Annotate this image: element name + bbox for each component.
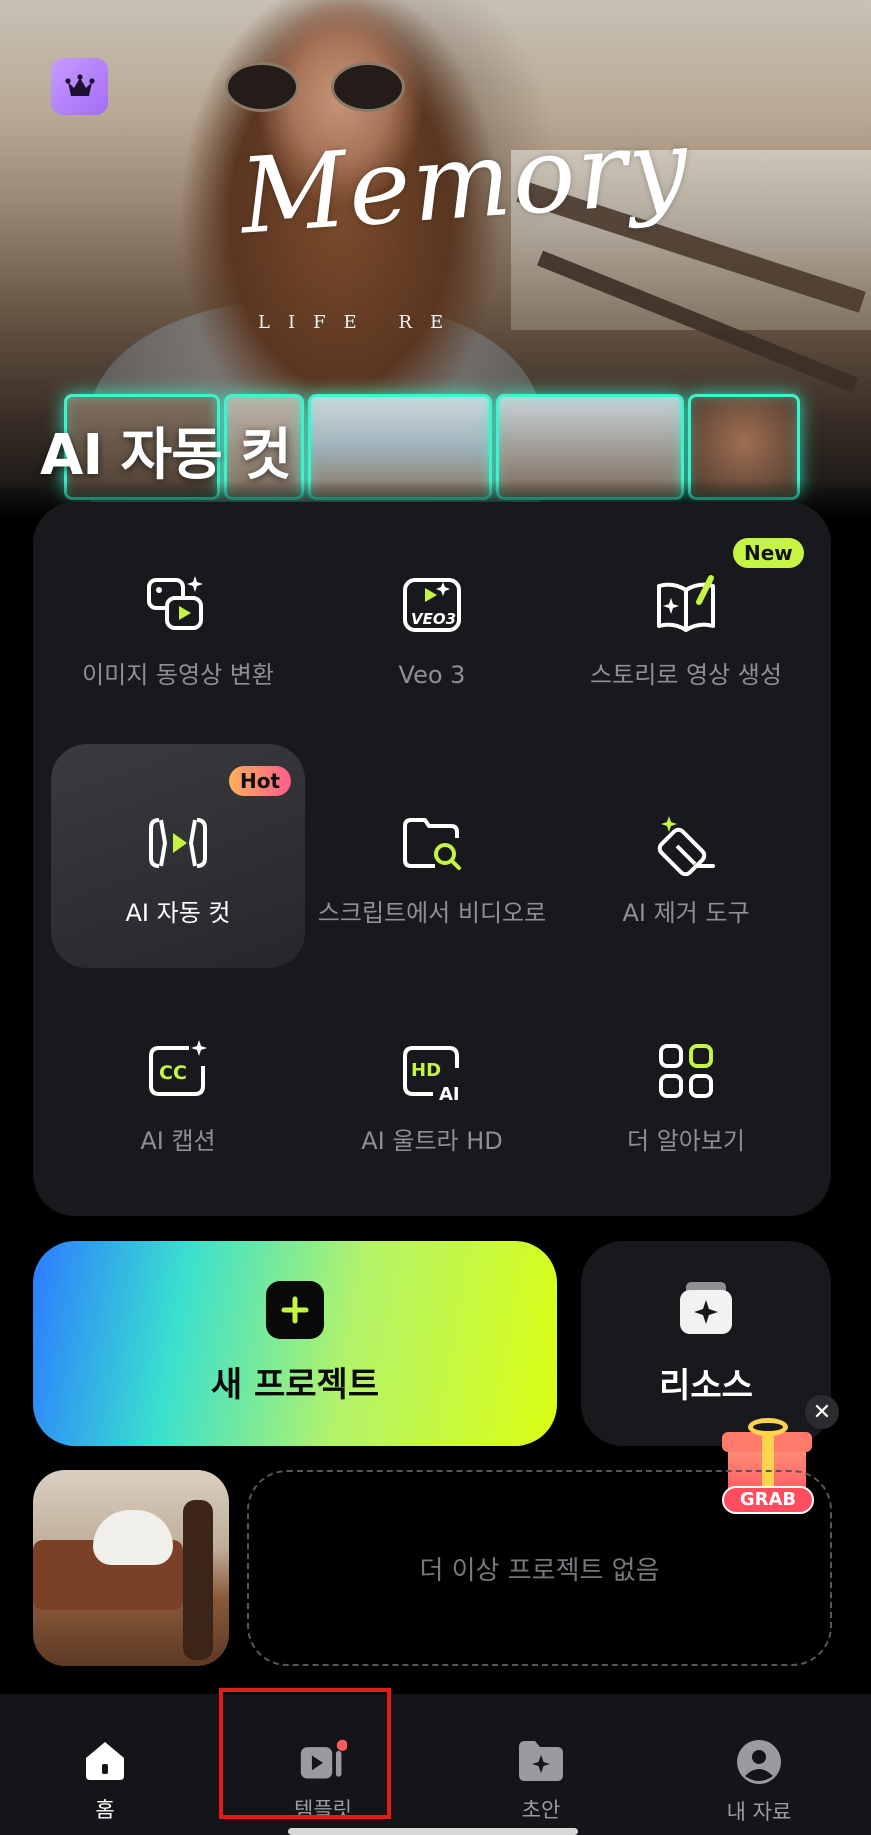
new-project-button[interactable]: 새 프로젝트 (33, 1241, 557, 1446)
hero-subtitle-art: LIFE RE (258, 312, 462, 333)
tool-label: AI 제거 도구 (622, 899, 750, 927)
resources-button[interactable]: 리소스 (581, 1241, 831, 1446)
nav-label: 내 자료 (726, 1800, 792, 1824)
recent-project-thumbnail[interactable] (33, 1470, 229, 1666)
svg-text:HD: HD (411, 1060, 441, 1081)
premium-crown-button[interactable] (51, 58, 108, 115)
new-project-label: 새 프로젝트 (210, 1365, 380, 1405)
tool-label: Veo 3 (398, 661, 466, 689)
new-badge: New (733, 538, 804, 568)
svg-text:AI: AI (439, 1084, 460, 1104)
tool-label: 더 알아보기 (626, 1127, 746, 1155)
crown-icon (64, 73, 95, 96)
bottom-navigation: 홈 템플릿 초안 내 자료 (0, 1694, 871, 1835)
tool-label: AI 자동 컷 (125, 899, 231, 927)
plus-icon (266, 1281, 324, 1339)
folder-search-icon (399, 810, 465, 876)
hero-sunglasses (225, 62, 405, 114)
tool-veo3[interactable]: VEO3 Veo 3 (305, 506, 559, 730)
thumb-chair-leg (183, 1500, 213, 1660)
hero-banner[interactable]: Memory LIFE RE AI 자동 컷 (0, 0, 871, 520)
nav-label: 초안 (521, 1798, 561, 1822)
svg-text:CC: CC (159, 1062, 187, 1084)
tool-label: 스크립트에서 비디오로 (317, 899, 547, 927)
nav-drafts[interactable]: 초안 (441, 1694, 641, 1824)
tool-ai-ultra-hd[interactable]: HD AI AI 울트라 HD (305, 972, 559, 1196)
tool-label: AI 캡션 (140, 1127, 216, 1155)
eraser-sparkle-icon (653, 810, 719, 876)
tool-more[interactable]: 더 알아보기 (559, 972, 813, 1196)
nav-label: 홈 (95, 1798, 115, 1822)
tool-label: 이미지 동영상 변환 (82, 661, 274, 689)
image-to-video-icon (145, 572, 211, 638)
svg-text:VEO3: VEO3 (411, 610, 456, 628)
cc-caption-icon: CC (145, 1038, 211, 1104)
auto-cut-icon (145, 810, 211, 876)
tool-ai-remover[interactable]: AI 제거 도구 (559, 744, 813, 968)
gift-bow (748, 1418, 788, 1436)
empty-projects-placeholder: 더 이상 프로젝트 없음 (247, 1470, 832, 1666)
tool-label: 스토리로 영상 생성 (590, 661, 782, 689)
grid-more-icon (653, 1038, 719, 1104)
nav-home[interactable]: 홈 (5, 1694, 205, 1824)
tool-image-to-video[interactable]: 이미지 동영상 변환 (51, 506, 305, 730)
hero-label: AI 자동 컷 (40, 423, 292, 488)
resources-icon (676, 1280, 736, 1340)
nav-profile[interactable]: 내 자료 (659, 1694, 859, 1824)
hd-ai-icon: HD AI (399, 1038, 465, 1104)
empty-projects-text: 더 이상 프로젝트 없음 (419, 1555, 660, 1586)
home-icon (81, 1738, 129, 1784)
templates-highlight-box (219, 1688, 391, 1819)
home-indicator-bar[interactable] (288, 1828, 578, 1835)
story-book-icon (653, 572, 719, 638)
tool-label: AI 울트라 HD (361, 1127, 503, 1155)
profile-icon (735, 1738, 783, 1786)
tool-script-to-video[interactable]: 스크립트에서 비디오로 (305, 744, 559, 968)
tool-ai-caption[interactable]: CC AI 캡션 (51, 972, 305, 1196)
resources-label: 리소스 (659, 1366, 753, 1406)
ai-tools-panel: 이미지 동영상 변환 VEO3 Veo 3 스토리로 영상 생성 AI 자동 컷… (33, 502, 831, 1216)
draft-folder-icon (517, 1738, 565, 1784)
thumb-cat (93, 1510, 173, 1565)
veo3-icon: VEO3 (399, 572, 465, 638)
hot-badge: Hot (229, 766, 292, 796)
